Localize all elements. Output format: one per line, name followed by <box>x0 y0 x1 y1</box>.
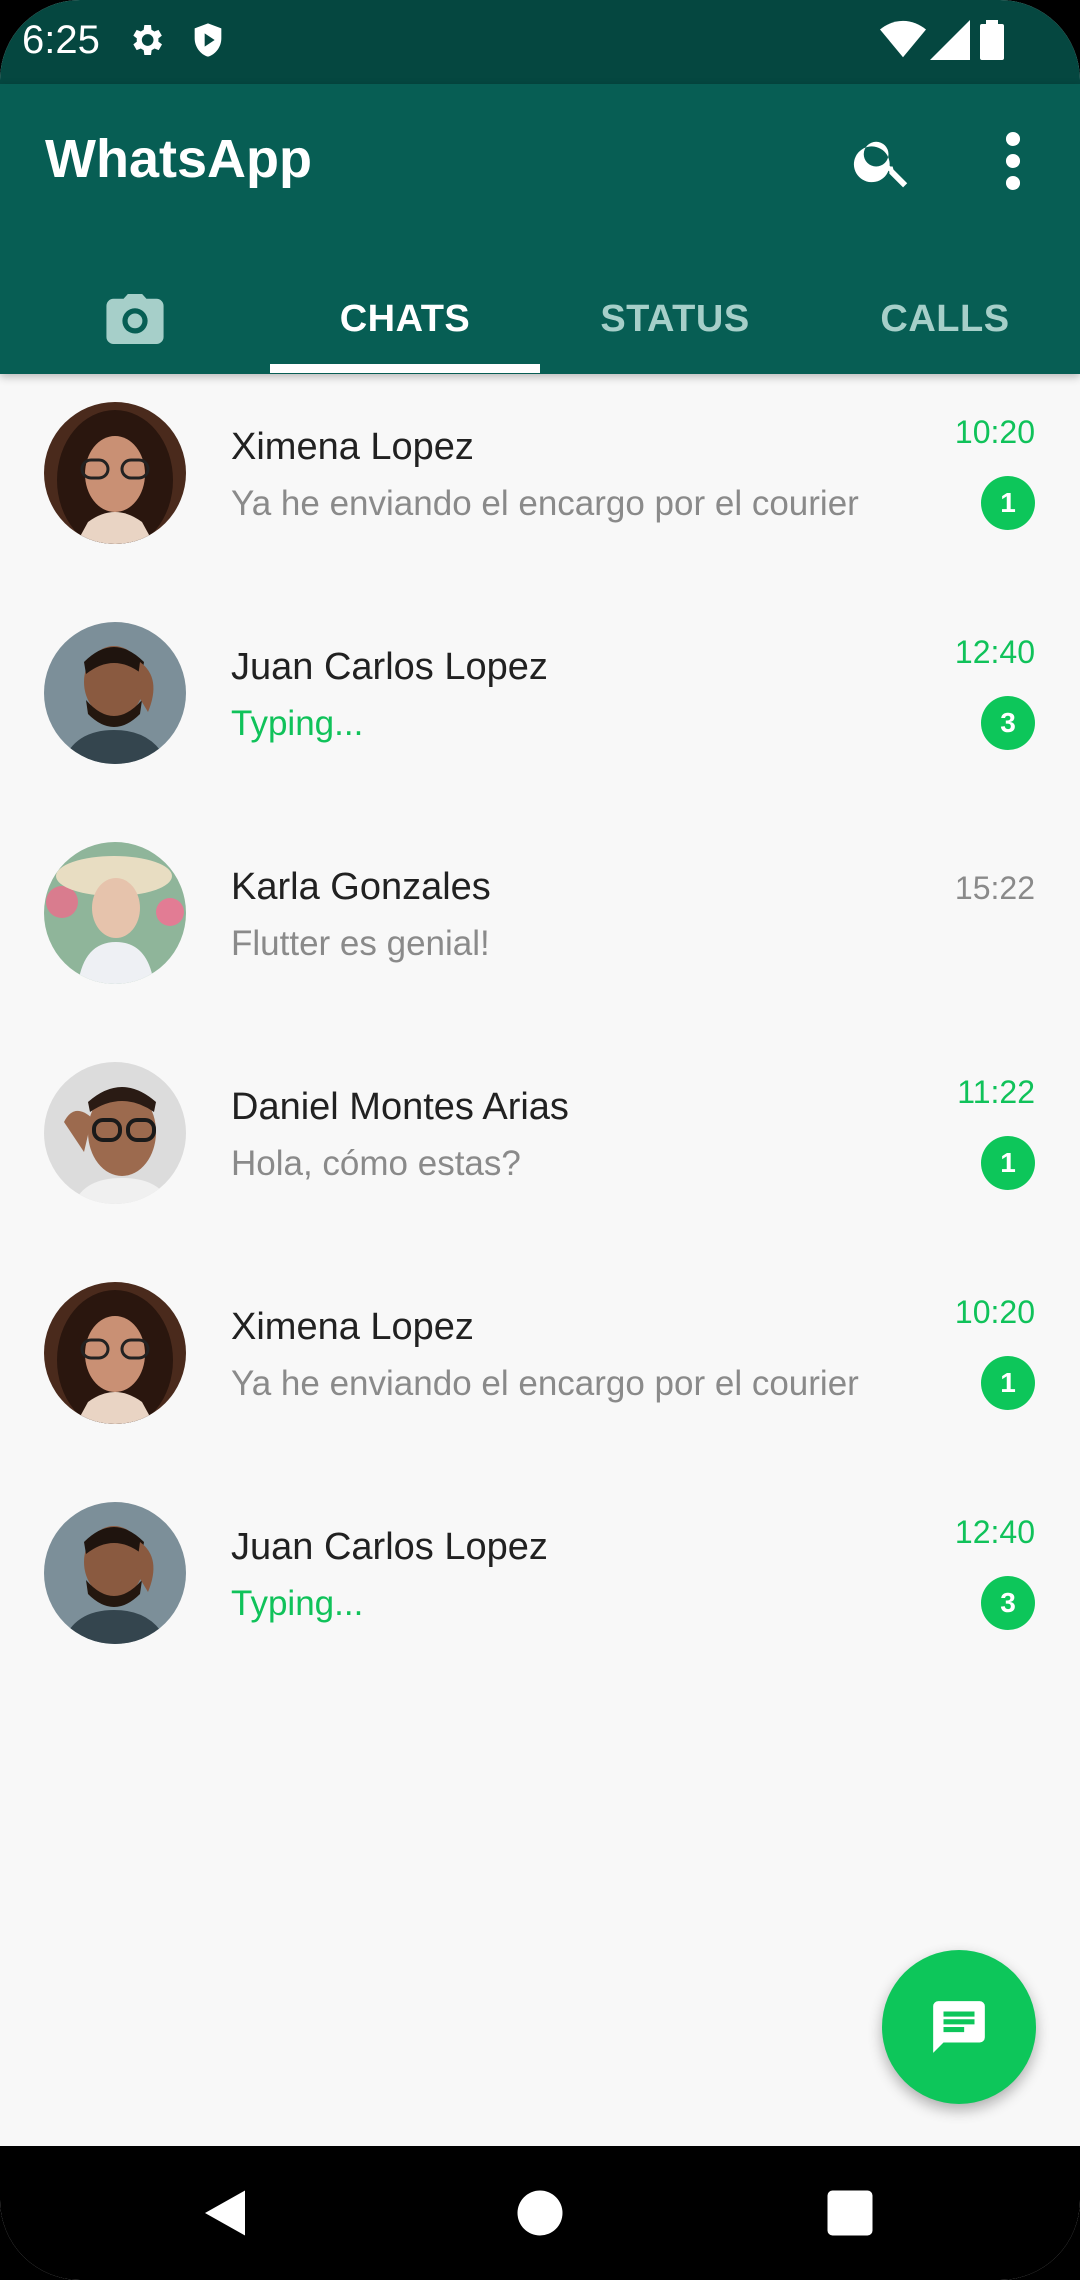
chat-message: Ya he enviando el encargo por el courier <box>231 484 859 523</box>
chat-message: Typing... <box>231 1584 364 1623</box>
navigation-bar <box>0 2146 1080 2280</box>
chat-time: 12:40 <box>954 634 1035 670</box>
chat-name: Ximena Lopez <box>231 1306 474 1348</box>
chat-message: Flutter es genial! <box>231 924 490 963</box>
chat-message: Hola, cómo estas? <box>231 1144 521 1183</box>
unread-badge: 1 <box>981 476 1035 530</box>
tab-status[interactable]: STATUS <box>540 264 810 374</box>
chat-message: Typing... <box>231 704 364 743</box>
gear-icon <box>133 25 162 55</box>
signal-icon <box>930 20 970 60</box>
chat-row[interactable]: Ximena Lopez Ya he enviando el encargo p… <box>0 1264 1080 1464</box>
chat-name: Ximena Lopez <box>231 426 474 468</box>
chat-row[interactable]: Juan Carlos Lopez Typing... 12:40 3 <box>0 1484 1080 1684</box>
chat-time: 10:20 <box>954 414 1035 450</box>
search-icon[interactable] <box>850 128 916 194</box>
chat-name: Karla Gonzales <box>231 866 491 908</box>
tab-calls[interactable]: CALLS <box>810 264 1080 374</box>
chat-row[interactable]: Karla Gonzales Flutter es genial! 15:22 <box>0 824 1080 1024</box>
chat-row[interactable]: Daniel Montes Arias Hola, cómo estas? 11… <box>0 1044 1080 1244</box>
unread-badge: 1 <box>981 1356 1035 1410</box>
chat-row[interactable]: Ximena Lopez Ya he enviando el encargo p… <box>0 384 1080 584</box>
phone-screen: 6:25 WhatsApp CHATS STATUS CALLS Ximena … <box>0 0 1080 2280</box>
chat-message: Ya he enviando el encargo por el courier <box>231 1364 859 1403</box>
unread-badge: 3 <box>981 1576 1035 1630</box>
more-vert-icon[interactable] <box>990 128 1036 194</box>
chat-name: Juan Carlos Lopez <box>231 1526 548 1568</box>
tab-indicator <box>270 364 540 373</box>
tab-chats[interactable]: CHATS <box>270 264 540 374</box>
wifi-icon <box>880 20 926 58</box>
chat-row[interactable]: Juan Carlos Lopez Typing... 12:40 3 <box>0 604 1080 804</box>
new-chat-button[interactable] <box>882 1950 1036 2104</box>
recents-icon[interactable] <box>825 2188 875 2238</box>
app-bar: WhatsApp CHATS STATUS CALLS <box>0 84 1080 374</box>
message-icon <box>933 2001 985 2053</box>
avatar <box>44 622 186 764</box>
camera-icon <box>106 294 164 344</box>
unread-badge: 3 <box>981 696 1035 750</box>
chat-time: 12:40 <box>954 1514 1035 1550</box>
status-bar: 6:25 <box>0 0 1080 84</box>
chat-time: 10:20 <box>954 1294 1035 1330</box>
tab-camera[interactable] <box>0 264 270 374</box>
chat-name: Daniel Montes Arias <box>231 1086 569 1128</box>
app-title: WhatsApp <box>45 129 312 189</box>
status-time: 6:25 <box>22 18 100 62</box>
avatar <box>44 402 186 544</box>
avatar <box>44 1502 186 1644</box>
battery-icon <box>980 20 1004 60</box>
chat-name: Juan Carlos Lopez <box>231 646 548 688</box>
chat-time: 15:22 <box>954 870 1035 906</box>
shield-icon <box>194 23 222 57</box>
unread-badge: 1 <box>981 1136 1035 1190</box>
avatar <box>44 1062 186 1204</box>
home-icon[interactable] <box>515 2188 565 2238</box>
chat-time: 11:22 <box>957 1074 1035 1110</box>
avatar <box>44 1282 186 1424</box>
avatar <box>44 842 186 984</box>
back-icon[interactable] <box>200 2188 250 2238</box>
